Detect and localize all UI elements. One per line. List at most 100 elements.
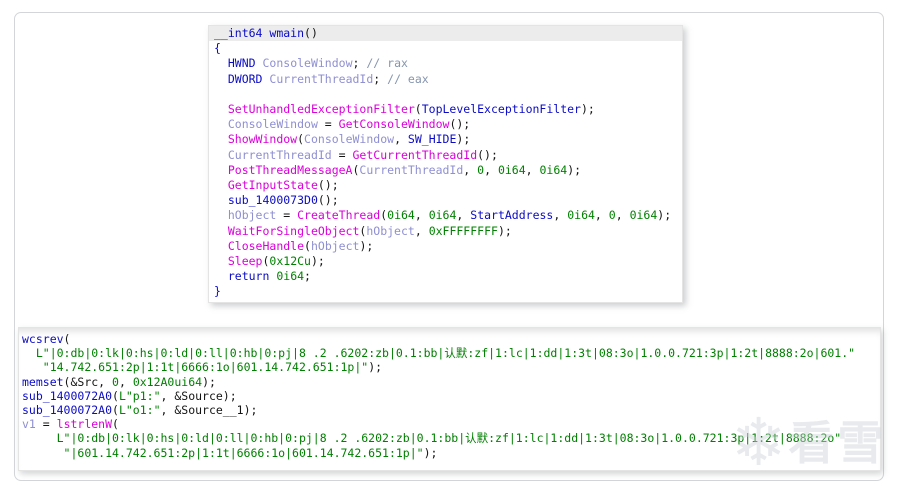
- code-line: sub_1400073D0();: [214, 193, 682, 208]
- code-token-pl: ,: [615, 208, 630, 223]
- code-line: WaitForSingleObject(hObject, 0xFFFFFFFF)…: [214, 224, 682, 239]
- code-line: CloseHandle(hObject);: [214, 239, 682, 254]
- code-token-kw: wcsrev: [22, 332, 64, 346]
- code-line: DWORD CurrentThreadId; // eax: [214, 72, 682, 87]
- code-token-num: 0i64: [567, 208, 595, 223]
- code-token-loc: hObject: [227, 208, 277, 223]
- code-line: }: [214, 284, 682, 299]
- code-token-kw: {: [214, 41, 221, 56]
- code-line: wcsrev(: [22, 332, 880, 346]
- code-token-pl: , &Source);: [160, 388, 237, 403]
- code-token-pl: =: [331, 147, 353, 162]
- code-token-imp: GetConsoleWindow: [338, 117, 450, 132]
- code-token-imp: GetCurrentThreadId: [352, 147, 478, 162]
- code-token-pl: ;: [352, 56, 367, 71]
- code-line: GetInputState();: [214, 178, 682, 193]
- code-line: ShowWindow(ConsoleWindow, SW_HIDE);: [214, 132, 682, 147]
- code-token-kw: sub_1400072A0: [22, 388, 113, 403]
- code-token-pl: );: [310, 254, 325, 269]
- code-token-pl: (: [304, 238, 311, 253]
- code-token-pl: (: [112, 388, 119, 403]
- decompiler-pseudocode-panel: __int64 wmain(){ HWND ConsoleWindow; // …: [208, 25, 683, 303]
- code-token-pl: (: [112, 403, 119, 418]
- decompiler-strings-panel: wcsrev( L"|0:db|0:lk|0:hs|0:ld|0:ll|0:hb…: [18, 327, 881, 471]
- code-token-pl: );: [567, 162, 582, 177]
- code-token-pl: ,: [463, 162, 478, 177]
- code-token-pl: );: [423, 445, 438, 460]
- code-token-kw: DWORD: [227, 71, 263, 86]
- code-token-com: // eax: [387, 71, 429, 86]
- code-token-pl: (: [414, 102, 422, 117]
- code-token-pl: (: [297, 132, 305, 147]
- code-token-num: 0: [608, 208, 616, 223]
- code-line: {: [214, 41, 682, 56]
- code-line: __int64 wmain(): [209, 26, 682, 42]
- code-token-pl: ,: [118, 374, 133, 389]
- code-token-num: 0i64: [276, 269, 305, 284]
- code-token-str: "14.742.651:2p|1:1t|6666:1o|601.14.742.6…: [42, 360, 369, 375]
- code-token-imp: PostThreadMessageA: [227, 162, 353, 177]
- code-token-kw: memset: [22, 374, 64, 389]
- code-token-pl: ,: [594, 208, 609, 223]
- code-token-num: 0i64: [428, 208, 457, 223]
- code-token-num: 0xFFFFFFFF: [428, 223, 498, 238]
- code-token-kw: sub_1400072A0: [22, 403, 113, 418]
- code-token-kw: HWND: [227, 56, 256, 71]
- code-token-kw: wmain: [269, 26, 305, 40]
- code-token-pl: ,: [394, 132, 408, 147]
- code-token-num: 0x12A0ui64: [132, 374, 203, 389]
- code-token-com: // rax: [366, 56, 408, 71]
- code-token-str: L"o1:": [118, 403, 161, 418]
- code-line: memset(&Src, 0, 0x12A0ui64);: [22, 375, 880, 389]
- code-token-pl: , &Source__1);: [160, 403, 258, 418]
- code-token-pl: =: [317, 117, 339, 132]
- code-token-loc: CurrentThreadId: [359, 162, 464, 177]
- code-token-pl: );: [359, 238, 374, 253]
- code-token-kw: SW_HIDE: [407, 132, 457, 147]
- code-token-imp: ShowWindow: [227, 132, 298, 147]
- code-line: sub_1400072A0(L"o1:", &Source__1);: [22, 403, 880, 417]
- code-token-pl: ,: [456, 208, 471, 223]
- code-token-pl: );: [368, 360, 383, 375]
- code-token-imp: CloseHandle: [227, 238, 305, 253]
- code-token-imp: GetInputState: [227, 178, 318, 193]
- code-token-pl: ,: [525, 162, 540, 177]
- code-token-kw: sub_1400073D0: [227, 193, 318, 208]
- code-token-pl: );: [456, 132, 471, 147]
- code-token-pl: ;: [373, 71, 388, 86]
- code-token-imp: Sleep: [227, 254, 263, 269]
- code-token-pl: ,: [553, 208, 568, 223]
- code-token-num: 0i64: [387, 208, 415, 223]
- code-line: SetUnhandledExceptionFilter(TopLevelExce…: [214, 102, 682, 117]
- code-token-pl: (): [304, 26, 318, 40]
- code-token-pl: );: [202, 374, 216, 389]
- code-token-loc: ConsoleWindow: [227, 117, 318, 132]
- code-token-kw: __int64: [214, 26, 263, 40]
- code-line: L"|0:db|0:lk|0:hs|0:ld|0:ll|0:hb|0:pj|8 …: [22, 346, 880, 360]
- code-token-pl: ();: [317, 178, 339, 193]
- code-token-pl: );: [657, 208, 672, 223]
- code-token-loc: v1: [22, 417, 36, 432]
- code-token-pl: =: [35, 417, 57, 432]
- code-line: v1 = lstrlenW(: [22, 417, 880, 431]
- code-token-num: 0i64: [629, 208, 658, 223]
- code-line: "|601.14.742.651:2p|1:1t|6666:1o|601.14.…: [22, 446, 880, 460]
- code-token-pl: ();: [477, 147, 498, 162]
- code-line: ConsoleWindow = GetConsoleWindow();: [214, 117, 682, 132]
- code-token-pl: ,: [414, 223, 429, 238]
